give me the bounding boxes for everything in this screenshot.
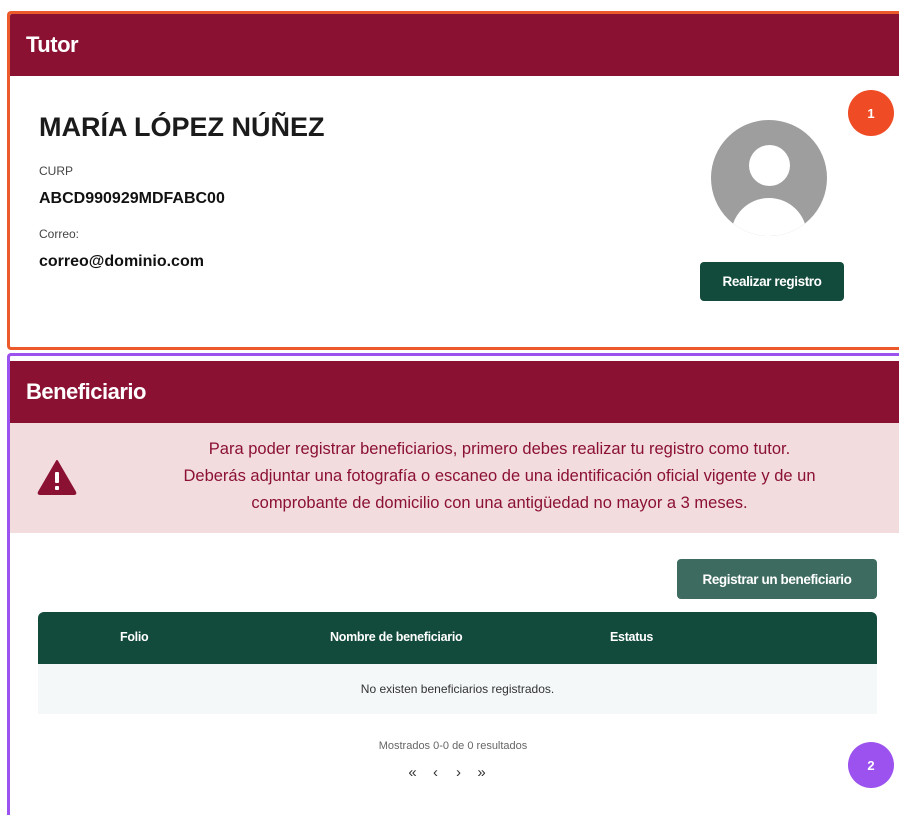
- annotation-badge-1: 1: [848, 90, 894, 136]
- tutor-card: Tutor MARÍA LÓPEZ NÚÑEZ CURP ABCD990929M…: [7, 11, 899, 350]
- email-value: correo@dominio.com: [39, 253, 204, 270]
- column-header-folio[interactable]: Folio: [120, 630, 149, 644]
- last-page-button[interactable]: »: [470, 764, 493, 781]
- first-page-button[interactable]: «: [401, 764, 424, 781]
- curp-label: CURP: [39, 164, 74, 178]
- realizar-registro-button[interactable]: Realizar registro: [700, 262, 844, 301]
- warning-alert: Para poder registrar beneficiarios, prim…: [10, 423, 899, 533]
- warning-line-3: comprobante de domicilio con una antigüe…: [251, 494, 748, 512]
- beneficiarios-table: Folio Nombre de beneficiario Estatus No …: [38, 612, 877, 714]
- curp-value: ABCD990929MDFABC00: [39, 190, 225, 207]
- beneficiario-card: Beneficiario Para poder registrar benefi…: [7, 353, 899, 815]
- annotation-badge-2: 2: [848, 742, 894, 788]
- email-label: Correo:: [39, 227, 80, 241]
- user-avatar-icon: [711, 120, 827, 236]
- prev-page-button[interactable]: ‹: [424, 764, 447, 781]
- warning-message: Para poder registrar beneficiarios, prim…: [110, 436, 889, 517]
- column-header-estatus[interactable]: Estatus: [610, 630, 653, 644]
- table-header: Folio Nombre de beneficiario Estatus: [38, 612, 877, 664]
- results-summary: Mostrados 0-0 de 0 resultados: [378, 740, 528, 752]
- beneficiario-header-title: Beneficiario: [26, 379, 146, 404]
- beneficiario-header: Beneficiario: [10, 361, 899, 423]
- next-page-button[interactable]: ›: [447, 764, 470, 781]
- column-header-nombre[interactable]: Nombre de beneficiario: [330, 630, 463, 644]
- pagination: « ‹ › »: [401, 764, 493, 781]
- tutor-header-title: Tutor: [26, 32, 79, 57]
- tutor-name: MARÍA LÓPEZ NÚÑEZ: [39, 112, 325, 142]
- tutor-header: Tutor: [10, 14, 899, 76]
- table-empty-row: No existen beneficiarios registrados.: [38, 664, 877, 714]
- warning-line-2: Deberás adjuntar una fotografía o escane…: [183, 467, 816, 485]
- warning-icon: [37, 460, 77, 495]
- registrar-beneficiario-button[interactable]: Registrar un beneficiario: [677, 559, 877, 599]
- warning-line-1: Para poder registrar beneficiarios, prim…: [208, 440, 791, 458]
